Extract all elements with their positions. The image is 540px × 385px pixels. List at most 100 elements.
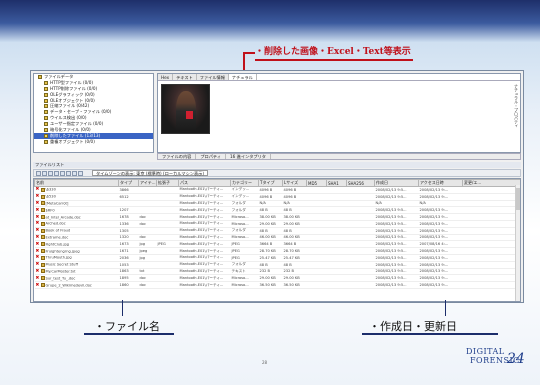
tree-item-label: 削除したファイル (13/13) <box>50 132 101 138</box>
tree-item[interactable]: 重複オブジェクト (0/0) <box>34 139 153 145</box>
file-name-text: Music Secret Stuff <box>45 262 78 267</box>
column-header[interactable]: 拡張子 <box>156 179 179 187</box>
deleted-mark-icon: ✖ <box>35 248 40 254</box>
table-row[interactable]: ✖ $RF0 1207 Mantooth.E01\パーティ... フォルダ 48 B 48 … <box>34 206 520 215</box>
vertical-scrollbar[interactable] <box>515 185 520 301</box>
table-cell <box>346 274 375 283</box>
preview-footer-tab[interactable]: 16 進インタプリタ <box>226 154 271 159</box>
toolbar-icon-2[interactable] <box>42 170 47 176</box>
table-cell <box>156 268 179 276</box>
column-header[interactable]: 変更/エ... <box>462 179 520 187</box>
column-header[interactable]: アクセス日時 <box>418 179 463 187</box>
table-cell: txt <box>138 268 157 276</box>
table-row[interactable]: ✖ Music Secret Stuff 1053 Mantooth.E01\パーティ… <box>34 261 520 269</box>
table-cell <box>462 200 520 208</box>
table-row[interactable]: ✖ Extrame.doc 1320 doc Mantooth.E01\パーティ... M… <box>34 234 520 242</box>
file-name-cell: ✖ $RF0 <box>34 206 119 215</box>
table-row[interactable]: ✖ [MetaCarrot] Mantooth.E01\パーティ... フォルダ N/A… <box>34 200 520 208</box>
table-row[interactable]: ✖ Sur_test_Tu_.doc 1895 doc Mantooth.E01\パーテ… <box>34 274 520 283</box>
table-cell: 2008/02/13 9:5... <box>374 274 419 283</box>
preview-footer-tab[interactable]: ファイルの内容 <box>158 154 197 159</box>
table-cell: テキスト <box>230 268 259 276</box>
toolbar-icon-4[interactable] <box>54 170 59 176</box>
table-cell <box>156 274 179 283</box>
column-header[interactable]: 名前 <box>34 179 119 187</box>
column-header[interactable]: カテゴリー <box>230 179 259 187</box>
table-row[interactable]: ✖ My.CarMoster.txt 1863 txt Mantooth.E01\パーテ… <box>34 268 520 276</box>
preview-tab[interactable]: テキスト <box>173 74 197 80</box>
file-name-cell: ✖ Arched.doc <box>34 220 119 228</box>
file-list-title: ファイルリスト <box>33 162 521 168</box>
table-cell <box>156 234 179 242</box>
table-row[interactable]: ✖ Arched.doc 1336 doc Mantooth.E01\パーティ... Mi… <box>34 220 520 228</box>
column-header[interactable]: SHA1 <box>326 179 347 187</box>
table-cell: doc <box>138 220 157 228</box>
preview-tab[interactable]: ナチュラル <box>228 74 257 80</box>
toolbar-icon-6[interactable] <box>66 170 71 176</box>
table-cell: 36.50 KB <box>258 281 283 289</box>
table-row[interactable]: ✖ Fruightengrng.jpeg 1671 jpeg Mantooth.E01\… <box>34 247 520 255</box>
dates-annotation: ・作成日・更新日 <box>369 320 457 333</box>
toolbar-icon-5[interactable] <box>60 170 65 176</box>
timezone-selector[interactable]: タイムゾーンの表示: 東京 (標準時) (ローカルマシン表示) <box>92 170 208 176</box>
toolbar-icon-1[interactable] <box>36 170 41 176</box>
table-cell: 2008/02/13 9:... <box>418 247 463 255</box>
deleted-image-preview <box>161 84 210 134</box>
table-cell: 28.70 KB <box>258 247 283 255</box>
column-header[interactable]: Lサイズ <box>282 179 307 187</box>
file-name-cell: ✖ Sur_test_Tu_.doc <box>34 274 119 283</box>
file-icon <box>40 255 45 260</box>
column-header[interactable]: パス <box>178 179 231 187</box>
toolbar-icon-3[interactable] <box>48 170 53 176</box>
table-cell <box>306 193 327 201</box>
table-cell: JPEG <box>230 247 259 255</box>
table-cell: 4096 B <box>258 193 283 201</box>
file-name-cell: ✖ FightClub.jpg <box>34 240 119 249</box>
table-row[interactable]: ✖ Book of Fraud 1305 Mantooth.E01\パーティ... フォ… <box>34 227 520 235</box>
table-cell <box>306 213 327 221</box>
table-row[interactable]: ✖ \$530 6512 Mantooth.E01\パーティ... インデッ... 409… <box>34 193 520 201</box>
file-name-cell: ✖ Extrame.doc <box>34 234 119 242</box>
table-cell <box>326 254 347 262</box>
deleted-mark-icon: ✖ <box>35 214 40 220</box>
table-cell <box>462 240 520 249</box>
folder-icon <box>44 92 48 97</box>
toolbar-icon-8[interactable] <box>78 170 83 176</box>
table-row[interactable]: ✖ FightClub.jpg 1673 jpg JPEG Mantooth.E01\パー… <box>34 240 520 249</box>
table-cell <box>326 220 347 228</box>
table-cell: 29.00 KB <box>258 220 283 228</box>
table-row[interactable]: ✖ \$330 3866 Mantooth.E01\パーティ... インデッ... 409… <box>34 186 520 194</box>
table-cell: Mantooth.E01\パーティ... <box>178 247 231 255</box>
file-icon <box>40 228 45 233</box>
column-header[interactable]: Tタイプ <box>258 179 283 187</box>
column-header[interactable]: SHA256 <box>346 179 375 187</box>
table-cell: Mantooth.E01\パーティ... <box>178 234 231 242</box>
toolbar-icon-7[interactable] <box>72 170 77 176</box>
scrollbar-thumb[interactable] <box>516 188 520 210</box>
table-cell: 2008/02/13 9:... <box>418 213 463 221</box>
file-icon <box>40 269 45 274</box>
table-cell: JPEG <box>230 254 259 262</box>
preview-tab[interactable]: ファイル情報 <box>196 74 229 80</box>
table-row[interactable]: ✖ ThruMouth.jpg 2036 jpg Mantooth.E01\パーティ..… <box>34 254 520 262</box>
table-cell: 48 B <box>282 261 307 269</box>
column-header[interactable]: MD5 <box>306 179 327 187</box>
table-cell: 2008/02/13 9:... <box>418 193 463 201</box>
column-header[interactable]: アイテ... <box>138 179 157 187</box>
preview-footer-tab[interactable]: プロパティ <box>196 154 227 159</box>
preview-tab[interactable]: Hex <box>158 74 174 80</box>
table-cell <box>462 220 520 228</box>
table-cell: N/A <box>282 200 307 208</box>
file-name-text: \$530 <box>45 194 56 199</box>
table-cell: 2008/02/13 9:5... <box>374 186 419 194</box>
table-row[interactable]: ✖ Grupe_2_Wikimedevil.doc 1860 doc Mantooth.… <box>34 281 520 289</box>
table-cell <box>326 261 347 269</box>
column-header[interactable]: タイプ <box>118 179 139 187</box>
preview-side-label: ナチュラル・プロパティ <box>514 84 519 128</box>
column-header[interactable]: 作成日 <box>374 179 419 187</box>
file-name-annotation: ・ファイル名 <box>94 320 160 333</box>
table-row[interactable]: ✖ at_Intel_Arcade.doc 1678 doc Mantooth.E01\… <box>34 213 520 221</box>
table-cell: Mantooth.E01\パーティ... <box>178 227 231 235</box>
table-cell: 4096 B <box>282 186 307 194</box>
tree-item-label: 重複オブジェクト (0/0) <box>50 138 95 144</box>
